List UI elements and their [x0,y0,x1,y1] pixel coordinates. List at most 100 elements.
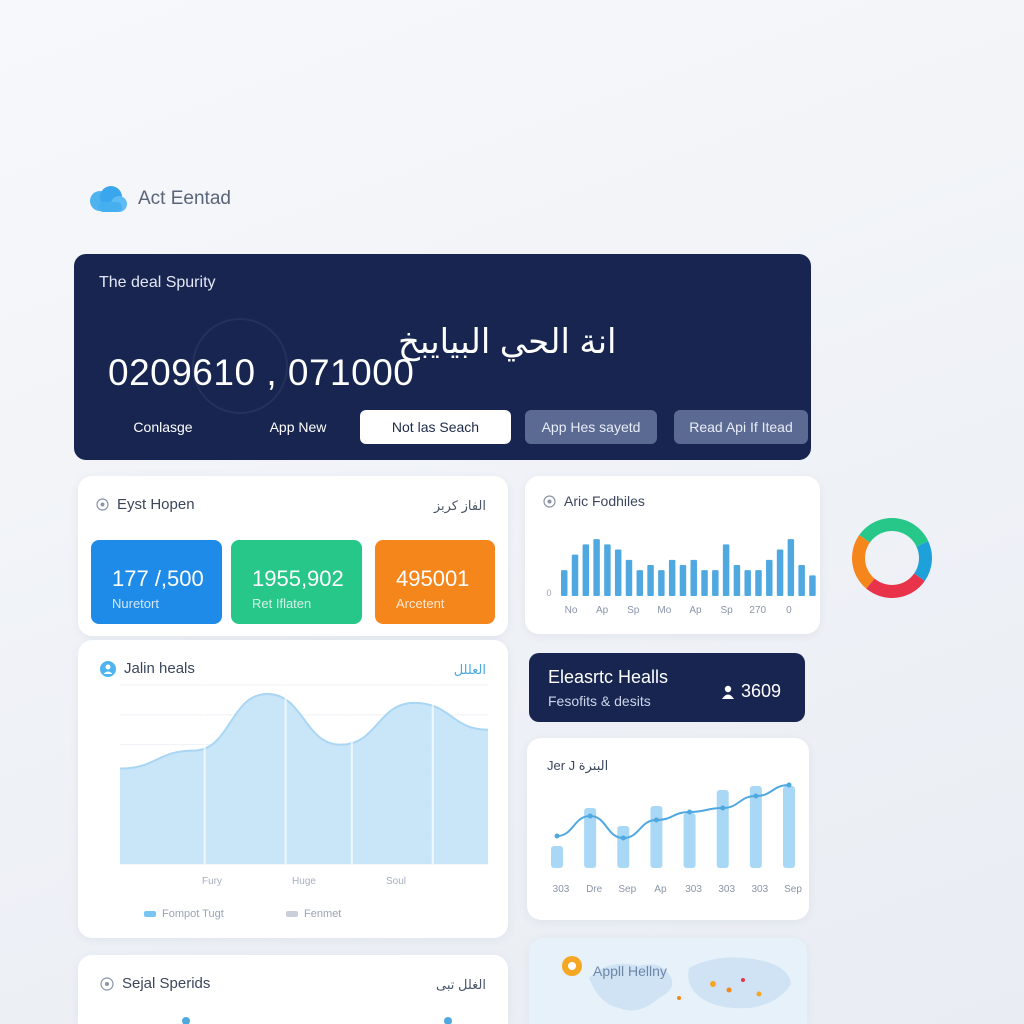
kpi-card[interactable]: 495001 Arcetent [375,540,495,624]
bar [701,570,708,596]
x-tick-label: 303 [685,884,702,895]
info-icon [96,498,109,511]
bottom-left-action[interactable]: الغلل تبى [436,977,486,993]
hero-panel: The deal Spurity 0209610 , 071000 انة ال… [74,254,811,460]
x-tick-label: Sp [627,605,640,616]
legend-swatch [286,911,298,917]
tab-search[interactable]: Not las Seach [360,410,511,444]
hero-title: The deal Spurity [99,274,216,291]
tab-conlasge[interactable]: Conlasge [94,410,232,444]
donut-slice [852,535,875,589]
bar [766,559,773,596]
bar-chart-card: Aric Fodhiles 0 No Ap Sp Mo Ap Sp 270 0 [525,476,820,634]
donut-slice [859,518,929,547]
kpi-card[interactable]: 1955,902 Ret Iflaten [231,540,362,624]
x-tick-label: Fury [202,876,222,887]
donut-slice [914,541,932,581]
stat-banner-title: Eleasrtc Healls [548,667,669,687]
kpi-card[interactable]: 177 /,500 Nuretort [91,540,222,624]
user-icon [722,685,734,699]
x-tick-label: 303 [718,884,735,895]
line-point [786,782,792,788]
info-icon [100,976,114,991]
bar [716,790,729,868]
combo-chart: 303 Dre Sep Ap 303 303 303 Sep [551,782,802,895]
bar [744,570,751,596]
line-point [620,835,626,841]
x-tick-label: Ap [596,605,609,616]
bar [683,813,696,868]
bar [551,846,563,868]
bar [755,570,762,596]
chart-dot [182,1017,190,1024]
bar [783,786,795,868]
bar [690,559,697,596]
cloud-icon [90,186,127,212]
x-tick-label: 303 [553,884,570,895]
hero-arabic-headline: انة الحي البيايبخ [398,323,617,361]
bar [712,570,719,596]
line-point [554,833,560,839]
world-map [589,957,791,1011]
bar [733,565,741,596]
tab-app-saved[interactable]: App Hes sayetd [525,410,657,444]
hero-number: 0209610 , 071000 [108,352,415,393]
kpi-value: 177 /,500 [112,566,204,591]
area-chart: Fury Huge Soul [119,684,489,887]
bar [650,806,663,868]
bar [668,559,676,596]
x-tick-label: Huge [292,876,316,887]
bar [582,544,590,596]
tab-app-new[interactable]: App New [240,410,356,444]
legend-label: Fenmet [304,908,342,920]
donut-chart [852,518,932,598]
bar [722,544,730,596]
stat-banner-subtitle: Fesofits & desits [548,693,651,709]
legend-swatch [144,911,156,917]
brand-header: Act Eentad [86,184,231,214]
overview-card: Eyst Hopen الفاز كربز 177 /,500 Nuretort… [78,476,508,636]
map-card: Appll Hellny [529,938,807,1024]
bar [809,575,816,596]
bottom-left-card: Sejal Sperids الغلل تبى [78,955,508,1024]
overview-action[interactable]: الفاز كربز [434,498,486,514]
bar [798,565,805,596]
x-tick-label: Ap [654,884,667,895]
bar [625,559,633,596]
kpi-value: 1955,902 [252,566,344,591]
bar [561,570,568,596]
kpi-label: Arcetent [396,596,445,611]
overview-title: Eyst Hopen [117,496,195,513]
kpi-label: Nuretort [112,596,159,611]
y-tick-label: 0 [546,588,551,598]
stat-banner[interactable]: Eleasrtc Healls Fesofits & desits 3609 [529,653,805,722]
x-tick-label: 270 [749,605,766,616]
kpi-value: 495001 [396,566,470,591]
line-point [720,805,726,811]
tab-read-api[interactable]: Read Api If Itead [674,410,808,444]
bar [647,565,654,596]
chart-dot [444,1017,452,1024]
x-tick-label: Ap [689,605,702,616]
bar [614,549,622,596]
combo-chart-card: Jer J البنرة 303 Dre Sep Ap 303 303 303 Sep [527,738,809,920]
bottom-left-title: Sejal Sperids [122,975,211,992]
bar [604,544,611,596]
bar [679,565,687,596]
x-tick-label: No [565,605,578,616]
x-tick-label: Sep [618,884,636,895]
x-tick-label: 0 [786,605,792,616]
x-tick-label: Mo [657,605,671,616]
bar [776,549,784,596]
location-pin-icon [562,956,582,976]
map-title: Appll Hellny [593,963,667,979]
x-tick-label: 303 [752,884,769,895]
legend-label: Fompot Tugt [162,908,224,920]
line-point [587,813,593,819]
bar-chart: 0 No Ap Sp Mo Ap Sp 270 0 [546,539,816,616]
bar [787,539,795,596]
kpi-label: Ret Iflaten [252,596,312,611]
x-tick-label: Dre [586,884,603,895]
bar [658,570,665,596]
hero-tabs: Conlasge App New Not las Seach App Hes s… [94,410,808,444]
